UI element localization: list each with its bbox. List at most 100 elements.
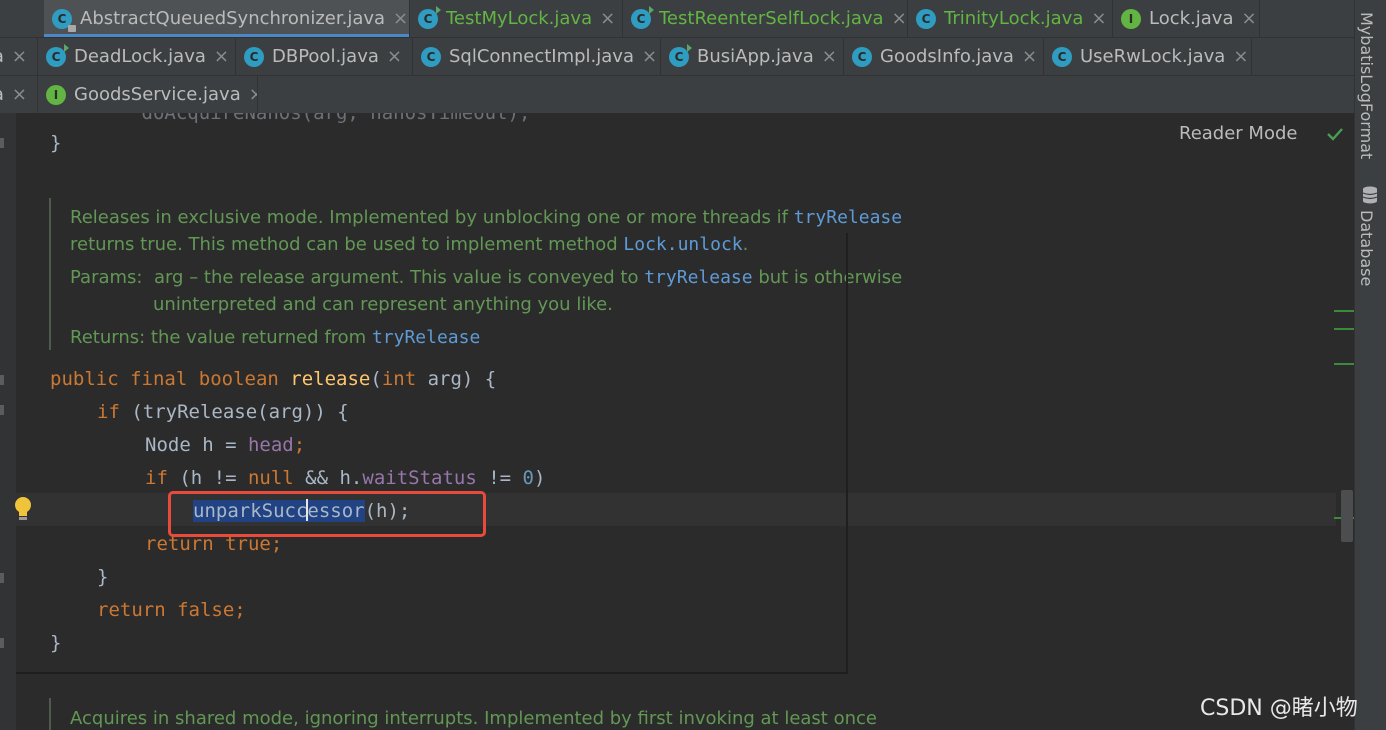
tab-testmylock[interactable]: C TestMyLock.java × — [410, 0, 623, 37]
tab-busiapp[interactable]: C BusiApp.java × — [661, 38, 844, 75]
close-icon[interactable]: × — [1241, 8, 1256, 29]
tab-goodsservice[interactable]: I GoodsService.java × — [38, 76, 258, 113]
change-marker[interactable] — [1334, 310, 1354, 312]
tab-label: GoodsInfo.java — [880, 46, 1014, 67]
doc-returns-label: Returns: — [70, 327, 146, 348]
vertical-scrollbar-thumb[interactable] — [1341, 490, 1353, 542]
tab-row-3: a×IGoodsService.java× — [0, 76, 1354, 114]
change-marker[interactable] — [1334, 328, 1354, 330]
class-icon: C — [852, 46, 872, 67]
doc-popup-border — [16, 672, 848, 674]
fold-marker[interactable] — [0, 138, 4, 148]
close-icon[interactable]: × — [1091, 8, 1106, 29]
close-icon[interactable]: × — [249, 84, 257, 105]
doc-link-tryrelease[interactable]: tryRelease — [794, 207, 902, 228]
tab-trinitylock[interactable]: C TrinityLock.java × — [908, 0, 1113, 37]
doc-link-tryrelease[interactable]: tryRelease — [644, 267, 752, 288]
editor-tab-bar: a×CAbstractQueuedSynchronizer.java×CTest… — [0, 0, 1354, 114]
tab-row-2: a×CDeadLock.java×CDBPool.java×CSqlConnec… — [0, 38, 1354, 76]
mybatis-log-format-toolwindow[interactable]: MybatisLogFormat — [1357, 12, 1376, 159]
code-line-signature: public final boolean release(int arg) { — [50, 368, 497, 390]
change-marker[interactable] — [1334, 363, 1354, 365]
close-icon[interactable]: × — [387, 46, 402, 67]
code-line-partial: doAcquireNanos(arg, nanosTimeout); — [50, 113, 531, 124]
code-line-close-brace: } — [50, 132, 62, 154]
close-icon[interactable]: × — [393, 8, 408, 29]
tab-label: AbstractQueuedSynchronizer.java — [80, 8, 386, 29]
tab-label: TestMyLock.java — [446, 8, 593, 29]
fold-marker[interactable] — [0, 573, 4, 583]
editor-gutter[interactable] — [0, 113, 16, 730]
code-line-close-brace: } — [97, 566, 109, 588]
fold-marker[interactable] — [0, 375, 4, 385]
close-icon[interactable]: × — [214, 46, 229, 67]
close-icon[interactable]: × — [1022, 46, 1037, 67]
tab-testreenterselflock[interactable]: C TestReenterSelfLock.java × — [623, 0, 908, 37]
code-line-close-brace: } — [50, 632, 62, 654]
runnable-class-icon: C — [418, 5, 441, 29]
close-icon[interactable]: × — [892, 8, 907, 29]
tab-label: GoodsService.java — [74, 84, 241, 105]
doc-params-label: Params: — [70, 267, 143, 288]
code-line-return-false: return false; — [97, 599, 246, 621]
doc-params-line: uninterpreted and can represent anything… — [153, 294, 613, 315]
code-line-node: Node h = head; — [145, 434, 306, 456]
tab-a[interactable]: a× — [0, 38, 38, 75]
tab-goodsinfo[interactable]: C GoodsInfo.java × — [844, 38, 1044, 75]
runnable-class-icon: C — [669, 43, 692, 67]
close-icon[interactable]: × — [600, 8, 615, 29]
close-icon[interactable]: × — [12, 84, 27, 105]
close-icon[interactable]: × — [822, 46, 837, 67]
class-icon: C — [421, 46, 441, 67]
code-editor[interactable]: doAcquireNanos(arg, nanosTimeout); } Rel… — [0, 113, 1354, 730]
tab-label: a — [0, 84, 4, 105]
doc-params-line: Params: arg – the release argument. This… — [70, 267, 903, 288]
tab-deadlock[interactable]: C DeadLock.java × — [38, 38, 236, 75]
class-icon: C — [244, 46, 264, 67]
doc-comment-line: returns true. This method can be used to… — [70, 234, 749, 255]
interface-icon: I — [46, 84, 66, 105]
tab-label: UseRwLock.java — [1080, 46, 1226, 67]
runnable-class-icon: C — [631, 5, 654, 29]
database-icon[interactable] — [1362, 186, 1378, 204]
tab-sqlconnectimpl[interactable]: C SqlConnectImpl.java × — [413, 38, 661, 75]
tab-label: BusiApp.java — [697, 46, 814, 67]
doc-comment-line: Releases in exclusive mode. Implemented … — [70, 207, 903, 228]
tab-row-1: a×CAbstractQueuedSynchronizer.java×CTest… — [0, 0, 1354, 38]
watermark: CSDN @睹小物 — [1200, 696, 1358, 721]
class-icon: C — [916, 8, 936, 29]
tab-a[interactable]: a× — [0, 76, 38, 113]
doc-comment-line: Acquires in shared mode, ignoring interr… — [70, 708, 877, 729]
reader-mode-button[interactable]: Reader Mode — [1179, 123, 1297, 144]
doc-comment-bar — [49, 198, 51, 350]
tab-label: DBPool.java — [272, 46, 379, 67]
doc-link-tryrelease[interactable]: tryRelease — [372, 327, 480, 348]
tab-label: DeadLock.java — [74, 46, 206, 67]
runnable-class-icon: C — [46, 43, 69, 67]
tab-label: Lock.java — [1149, 8, 1234, 29]
fold-marker[interactable] — [0, 638, 4, 648]
doc-comment-bar — [49, 698, 51, 730]
tab-lock[interactable]: I Lock.java × — [1113, 0, 1260, 37]
interface-icon: I — [1121, 8, 1141, 29]
fold-marker[interactable] — [0, 405, 4, 415]
locked-class-icon: C — [52, 8, 76, 32]
tab-label: TrinityLock.java — [944, 8, 1084, 29]
close-icon[interactable]: × — [12, 46, 27, 67]
tab-label: TestReenterSelfLock.java — [659, 8, 884, 29]
tab-label: SqlConnectImpl.java — [449, 46, 634, 67]
close-icon[interactable]: × — [1233, 46, 1248, 67]
tab-abstractqueuedsynchronizer[interactable]: C AbstractQueuedSynchronizer.java × — [44, 0, 410, 37]
close-icon[interactable]: × — [642, 46, 657, 67]
doc-link-lock-unlock[interactable]: Lock.unlock — [623, 234, 742, 255]
class-icon: C — [1052, 46, 1072, 67]
tab-dbpool[interactable]: C DBPool.java × — [236, 38, 413, 75]
red-highlight-box — [168, 491, 486, 537]
lightbulb-icon[interactable] — [14, 496, 32, 522]
check-icon[interactable] — [1325, 124, 1345, 144]
tab-userwlock[interactable]: C UseRwLock.java × — [1044, 38, 1252, 75]
tab-label: a — [0, 46, 4, 67]
doc-returns-line: Returns: the value returned from tryRele… — [70, 327, 481, 348]
doc-popup-border — [846, 233, 848, 673]
database-toolwindow[interactable]: Database — [1357, 210, 1376, 286]
